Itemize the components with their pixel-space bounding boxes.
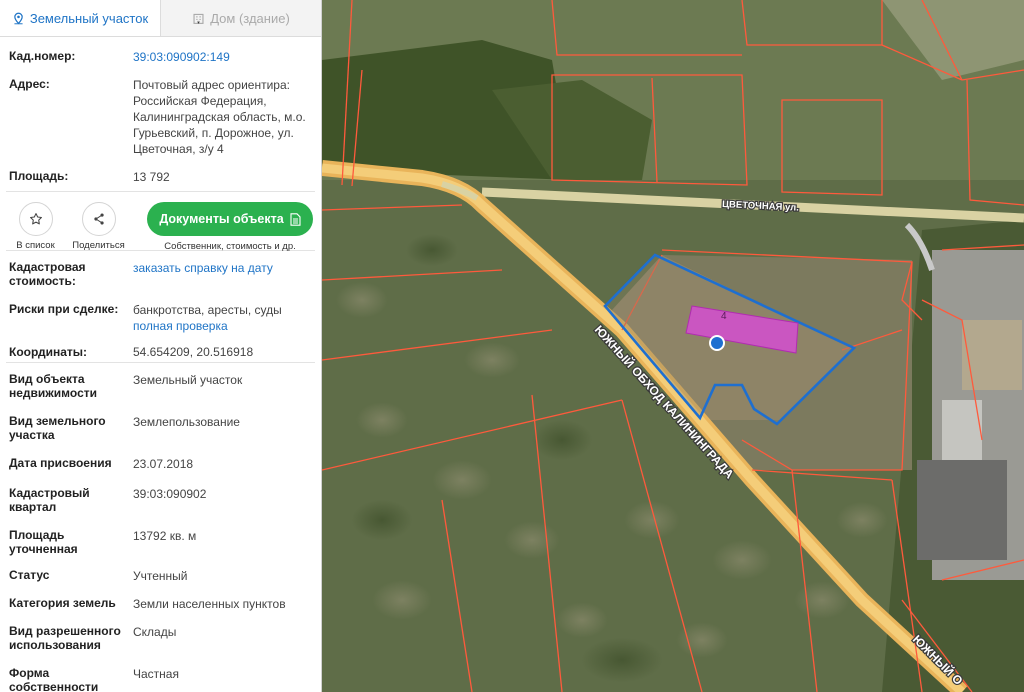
field-label: Вид разрешенного использования bbox=[9, 624, 133, 652]
label-line: использования bbox=[9, 638, 101, 652]
field-assigned-date: Дата присвоения 23.07.2018 bbox=[0, 456, 321, 472]
field-label: Площадь: bbox=[9, 169, 69, 183]
full-check-link[interactable]: полная проверка bbox=[133, 318, 313, 334]
assigned-date-value: 23.07.2018 bbox=[133, 457, 194, 471]
label-line: Кадастровая bbox=[9, 260, 86, 274]
warehouse-roof bbox=[962, 320, 1022, 390]
field-risks: Риски при сделке: банкротства, аресты, с… bbox=[0, 302, 321, 334]
status-value: Учтенный bbox=[133, 569, 188, 583]
storage-yard bbox=[917, 460, 1007, 560]
label-line: участка bbox=[9, 428, 55, 442]
address-value: Почтовый адрес ориентира: Российская Фед… bbox=[133, 77, 313, 157]
tab-building[interactable]: Дом (здание) bbox=[161, 0, 321, 36]
field-label: Кадастровая стоимость: bbox=[9, 260, 133, 288]
label-line: Форма bbox=[9, 666, 50, 680]
field-area-precise: Площадь уточненная 13792 кв. м bbox=[0, 528, 321, 556]
risks-text: банкротства, аресты, суды bbox=[133, 303, 282, 317]
label-line: квартал bbox=[9, 500, 57, 514]
tab-land-plot-label: Земельный участок bbox=[29, 10, 149, 26]
field-label: Адрес: bbox=[9, 77, 50, 91]
address-line: Цветочная, з/у 4 bbox=[133, 142, 224, 156]
quarter-value: 39:03:090902 bbox=[133, 487, 207, 501]
field-coordinates: Координаты: 54.654209, 20.516918 bbox=[0, 342, 321, 362]
label-line: Кадастровый bbox=[9, 486, 90, 500]
tab-building-label: Дом (здание) bbox=[210, 10, 290, 26]
field-permitted-use: Вид разрешенного использования Склады bbox=[0, 624, 321, 652]
documents-subtitle: Собственник, стоимость и др. bbox=[164, 241, 296, 252]
permitted-use-value: Склады bbox=[133, 625, 177, 639]
field-label: Риски при сделке: bbox=[9, 302, 119, 316]
field-label: Статус bbox=[9, 568, 50, 582]
field-label: Дата присвоения bbox=[9, 456, 112, 470]
building-icon bbox=[193, 13, 204, 24]
address-line: Российская Федерация, bbox=[133, 94, 267, 108]
field-label: Кадастровый квартал bbox=[9, 486, 133, 514]
field-label: Площадь уточненная bbox=[9, 528, 78, 556]
documents-button[interactable]: Документы объекта bbox=[147, 202, 313, 236]
field-label: Вид объекта недвижимости bbox=[9, 372, 133, 400]
share-circle bbox=[81, 202, 116, 236]
location-marker[interactable] bbox=[709, 335, 725, 351]
field-land-category: Категория земель Земли населенных пункто… bbox=[0, 596, 321, 612]
share-label: Поделиться bbox=[72, 240, 125, 251]
label-line: Вид земельного bbox=[9, 414, 106, 428]
cadnum-link[interactable]: 39:03:090902:149 bbox=[133, 49, 313, 65]
add-to-list-label: В список bbox=[16, 240, 55, 251]
share-button[interactable]: Поделиться bbox=[72, 202, 125, 251]
field-label: Форма собственности bbox=[9, 666, 133, 692]
map-pin-icon bbox=[14, 12, 23, 24]
area-value: 13 792 bbox=[133, 170, 170, 184]
action-bar: В список Поделиться Документы объекта Со… bbox=[0, 192, 321, 252]
documents-button-label: Документы объекта bbox=[159, 212, 284, 226]
field-address: Адрес: Почтовый адрес ориентира: Российс… bbox=[0, 77, 321, 157]
tabs: Земельный участок Дом (здание) bbox=[0, 0, 321, 37]
ownership-value: Частная bbox=[133, 667, 179, 681]
documents-block: Документы объекта Собственник, стоимость… bbox=[147, 202, 313, 252]
favorite-circle bbox=[18, 202, 53, 236]
field-land-type: Вид земельного участка Землепользование bbox=[0, 414, 321, 442]
land-type-value: Землепользование bbox=[133, 415, 240, 429]
add-to-list-button[interactable]: В список bbox=[9, 202, 62, 251]
field-area: Площадь: 13 792 bbox=[0, 169, 321, 191]
share-icon bbox=[93, 213, 104, 225]
object-type-value: Земельный участок bbox=[133, 373, 243, 387]
label-line: стоимость: bbox=[9, 274, 76, 288]
field-label: Кад.номер: bbox=[9, 49, 76, 63]
field-ownership: Форма собственности Частная bbox=[0, 666, 321, 692]
field-status: Статус Учтенный bbox=[0, 568, 321, 584]
field-label: Вид земельного участка bbox=[9, 414, 133, 442]
area-precise-value: 13792 кв. м bbox=[133, 529, 197, 543]
field-label: Категория земель bbox=[9, 596, 116, 610]
tank bbox=[942, 400, 982, 460]
field-quarter: Кадастровый квартал 39:03:090902 bbox=[0, 486, 321, 514]
risks-value: банкротства, аресты, суды полная проверк… bbox=[133, 302, 313, 334]
label-line: Вид разрешенного bbox=[9, 624, 121, 638]
field-cadastral-cost: Кадастровая стоимость: заказать справку … bbox=[0, 260, 321, 288]
field-object-type: Вид объекта недвижимости Земельный участ… bbox=[0, 372, 321, 400]
address-line: Калининградская область, м.о. bbox=[133, 110, 306, 124]
order-certificate-link[interactable]: заказать справку на дату bbox=[133, 260, 313, 288]
land-category-value: Земли населенных пунктов bbox=[133, 597, 286, 611]
field-label: Координаты: bbox=[9, 345, 88, 359]
building-number: 4 bbox=[721, 311, 727, 322]
divider bbox=[6, 362, 315, 363]
label-line: Вид объекта bbox=[9, 372, 85, 386]
coordinates-value: 54.654209, 20.516918 bbox=[133, 345, 254, 359]
star-icon bbox=[29, 213, 42, 225]
field-cadnum: Кад.номер: 39:03:090902:149 bbox=[0, 49, 321, 65]
document-icon bbox=[290, 212, 301, 226]
address-line: Почтовый адрес ориентира: bbox=[133, 78, 290, 92]
label-line: собственности bbox=[9, 680, 99, 692]
address-line: Гурьевский, п. Дорожное, ул. bbox=[133, 126, 294, 140]
satellite-map[interactable]: 4 ЦВЕТОЧНАЯ ул. ЮЖНЫЙ ОБХОД КАЛИНИНГРАДА… bbox=[322, 0, 1024, 692]
info-panel: Земельный участок Дом (здание) Кад.номер… bbox=[0, 0, 322, 692]
map-canvas[interactable]: 4 ЦВЕТОЧНАЯ ул. ЮЖНЫЙ ОБХОД КАЛИНИНГРАДА… bbox=[322, 0, 1024, 692]
label-line: недвижимости bbox=[9, 386, 97, 400]
tab-land-plot[interactable]: Земельный участок bbox=[0, 0, 161, 36]
